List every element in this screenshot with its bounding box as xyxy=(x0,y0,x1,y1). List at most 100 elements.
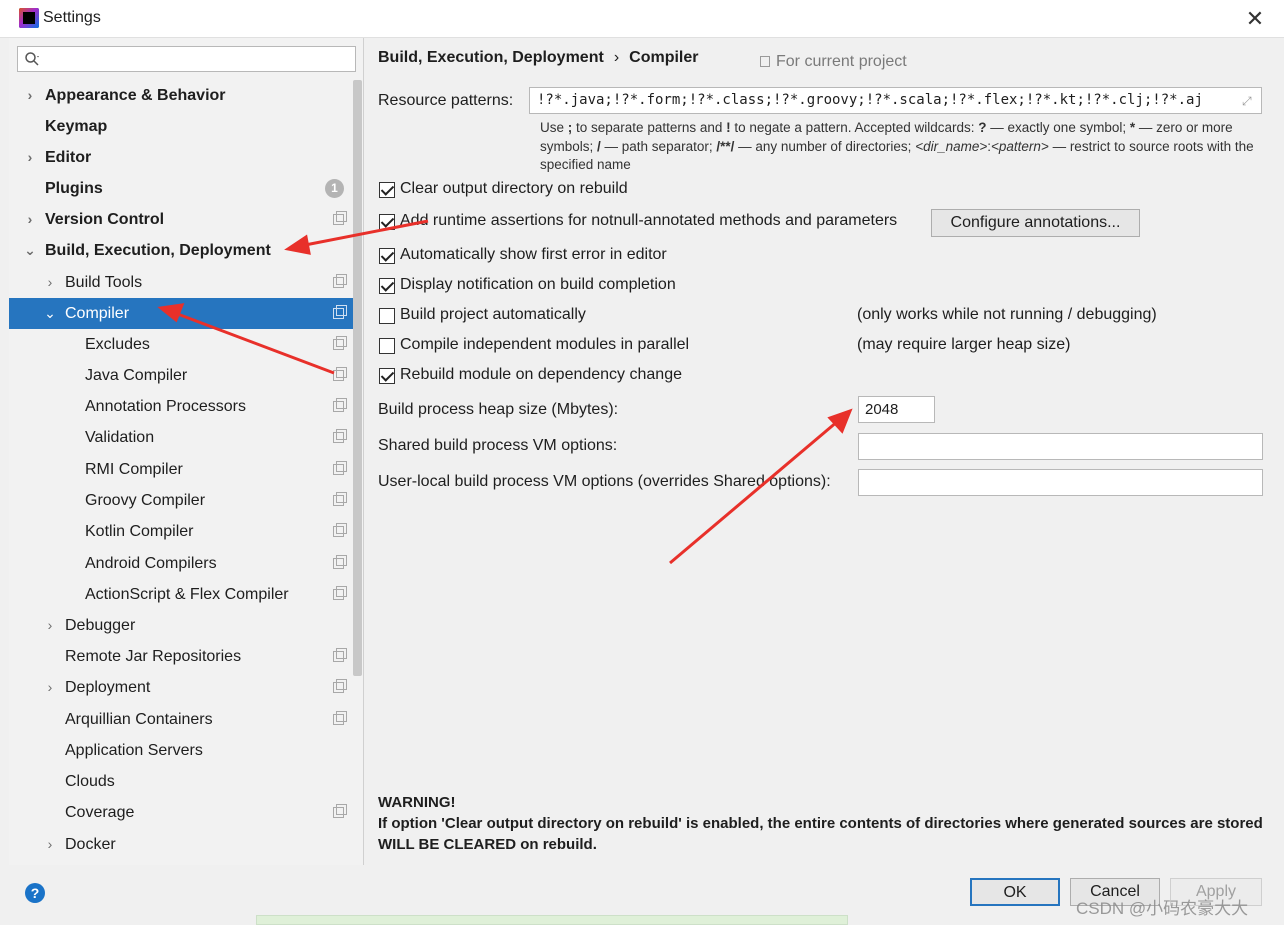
chevron-right-icon[interactable]: › xyxy=(43,610,57,641)
tree-item-label: Android Compilers xyxy=(85,555,217,572)
runtime-assertions-checkbox[interactable] xyxy=(379,214,395,230)
tree-item-plugins[interactable]: Plugins 1 xyxy=(9,173,353,204)
project-scope-icon xyxy=(333,555,347,569)
tree-item-android-compilers[interactable]: Android Compilers xyxy=(9,548,353,579)
search-icon xyxy=(25,52,39,66)
rebuild-on-dependency-label: Rebuild module on dependency change xyxy=(400,366,682,383)
tree-item-docker[interactable]: › Docker xyxy=(9,829,353,860)
tree-item-annotation-processors[interactable]: Annotation Processors xyxy=(9,391,353,422)
intellij-app-icon xyxy=(19,8,39,28)
tree-item-editor[interactable]: › Editor xyxy=(9,142,353,173)
tree-item-arquillian-containers[interactable]: Arquillian Containers xyxy=(9,704,353,735)
show-first-error-checkbox[interactable] xyxy=(379,248,395,264)
tree-item-label: Compiler xyxy=(65,305,130,322)
tree-item-label: Java Compiler xyxy=(85,367,188,384)
project-scope-icon xyxy=(333,492,347,506)
breadcrumb-current: Compiler xyxy=(629,49,699,66)
tree-item-label: Build Tools xyxy=(65,274,143,291)
shared-vm-options-input[interactable] xyxy=(858,433,1263,460)
project-scope-icon xyxy=(333,305,347,319)
tree-item-label: Arquillian Containers xyxy=(65,711,213,728)
tree-item-label: Coverage xyxy=(65,804,135,821)
tree-item-clouds[interactable]: Clouds xyxy=(9,766,353,797)
project-scope-icon xyxy=(333,367,347,381)
rebuild-on-dependency-checkbox[interactable] xyxy=(379,368,395,384)
tree-item-label: Build, Execution, Deployment xyxy=(45,242,271,259)
tree-item-label: Version Control xyxy=(45,211,165,228)
tree-item-actionscript-flex-compiler[interactable]: ActionScript & Flex Compiler xyxy=(9,579,353,610)
tree-item-keymap[interactable]: Keymap xyxy=(9,111,353,142)
project-scope-icon xyxy=(333,679,347,693)
tree-item-label: Kotlin Compiler xyxy=(85,523,194,540)
tree-item-label: Application Servers xyxy=(65,742,203,759)
chevron-right-icon[interactable]: › xyxy=(23,142,37,173)
scope-indicator: For current project xyxy=(760,53,907,71)
tree-item-label: Excludes xyxy=(85,336,150,353)
ok-button[interactable]: OK xyxy=(970,878,1060,906)
warning-text: If option 'Clear output directory on reb… xyxy=(378,815,1263,853)
project-scope-icon xyxy=(333,804,347,818)
tree-item-build-tools[interactable]: › Build Tools xyxy=(9,267,353,298)
user-local-vm-options-input[interactable] xyxy=(858,469,1263,496)
tree-item-validation[interactable]: Validation xyxy=(9,422,353,453)
compile-parallel-note: (may require larger heap size) xyxy=(857,336,1071,353)
settings-sidebar: › Appearance & Behavior Keymap › Editor Plugi… xyxy=(9,38,364,865)
resource-patterns-hint: Use ; to separate patterns and ! to nega… xyxy=(540,120,1254,172)
project-scope-icon xyxy=(333,211,347,225)
tree-item-label: Debugger xyxy=(65,617,136,634)
tree-item-label: Annotation Processors xyxy=(85,398,246,415)
build-automatically-note: (only works while not running / debuggin… xyxy=(857,306,1157,323)
breadcrumb-parent[interactable]: Build, Execution, Deployment xyxy=(378,49,604,66)
tree-item-label: ActionScript & Flex Compiler xyxy=(85,586,289,603)
resource-patterns-input[interactable]: !?*.java;!?*.form;!?*.class;!?*.groovy;!… xyxy=(529,87,1262,114)
heap-size-input[interactable]: 2048 xyxy=(858,396,935,423)
heap-size-label: Build process heap size (Mbytes): xyxy=(378,401,619,418)
help-icon[interactable]: ? xyxy=(25,883,45,903)
tree-item-java-compiler[interactable]: Java Compiler xyxy=(9,360,353,391)
tree-item-label: Deployment xyxy=(65,679,151,696)
display-notification-checkbox[interactable] xyxy=(379,278,395,294)
settings-search-input[interactable] xyxy=(17,46,356,72)
build-automatically-checkbox[interactable] xyxy=(379,308,395,324)
display-notification-label: Display notification on build completion xyxy=(400,276,676,293)
chevron-right-icon[interactable]: › xyxy=(43,267,57,298)
tree-item-rmi-compiler[interactable]: RMI Compiler xyxy=(9,454,353,485)
compile-parallel-checkbox[interactable] xyxy=(379,338,395,354)
tree-item-kotlin-compiler[interactable]: Kotlin Compiler xyxy=(9,516,353,547)
tree-item-remote-jar-repositories[interactable]: Remote Jar Repositories xyxy=(9,641,353,672)
build-automatically-label: Build project automatically xyxy=(400,306,586,323)
tree-item-appearance-behavior[interactable]: › Appearance & Behavior xyxy=(9,80,353,111)
chevron-right-icon[interactable]: › xyxy=(23,204,37,235)
clear-output-checkbox[interactable] xyxy=(379,182,395,198)
tree-item-groovy-compiler[interactable]: Groovy Compiler xyxy=(9,485,353,516)
configure-annotations-button[interactable]: Configure annotations... xyxy=(931,209,1140,237)
tree-item-build-execution-deployment[interactable]: ⌄ Build, Execution, Deployment xyxy=(9,235,353,266)
tree-item-deployment[interactable]: › Deployment xyxy=(9,672,353,703)
tree-item-debugger[interactable]: › Debugger xyxy=(9,610,353,641)
compiler-settings-panel: Build, Execution, Deployment › Compiler Fo… xyxy=(365,38,1275,865)
updates-badge: 1 xyxy=(325,179,344,198)
tree-item-excludes[interactable]: Excludes xyxy=(9,329,353,360)
project-scope-icon xyxy=(333,648,347,662)
project-scope-icon xyxy=(333,336,347,350)
chevron-down-icon[interactable]: ⌄ xyxy=(43,298,57,329)
chevron-right-icon[interactable]: › xyxy=(43,672,57,703)
sidebar-scrollbar[interactable] xyxy=(353,80,362,676)
tree-item-label: Validation xyxy=(85,429,155,446)
tree-item-coverage[interactable]: Coverage xyxy=(9,797,353,828)
window-title: Settings xyxy=(43,9,101,26)
expand-icon[interactable]: ⤢ xyxy=(1242,95,1254,107)
scope-label: For current project xyxy=(776,53,907,70)
clear-output-label: Clear output directory on rebuild xyxy=(400,180,628,197)
tree-item-version-control[interactable]: › Version Control xyxy=(9,204,353,235)
tree-item-label: Plugins xyxy=(45,180,103,197)
project-scope-icon xyxy=(333,429,347,443)
project-scope-icon xyxy=(760,56,770,67)
close-button[interactable]: ✕ xyxy=(1240,4,1270,34)
breadcrumb: Build, Execution, Deployment › Compiler xyxy=(378,49,698,67)
tree-item-application-servers[interactable]: Application Servers xyxy=(9,735,353,766)
chevron-down-icon[interactable]: ⌄ xyxy=(23,235,37,266)
chevron-right-icon[interactable]: › xyxy=(43,829,57,860)
tree-item-compiler[interactable]: ⌄ Compiler xyxy=(9,298,353,329)
chevron-right-icon[interactable]: › xyxy=(23,80,37,111)
